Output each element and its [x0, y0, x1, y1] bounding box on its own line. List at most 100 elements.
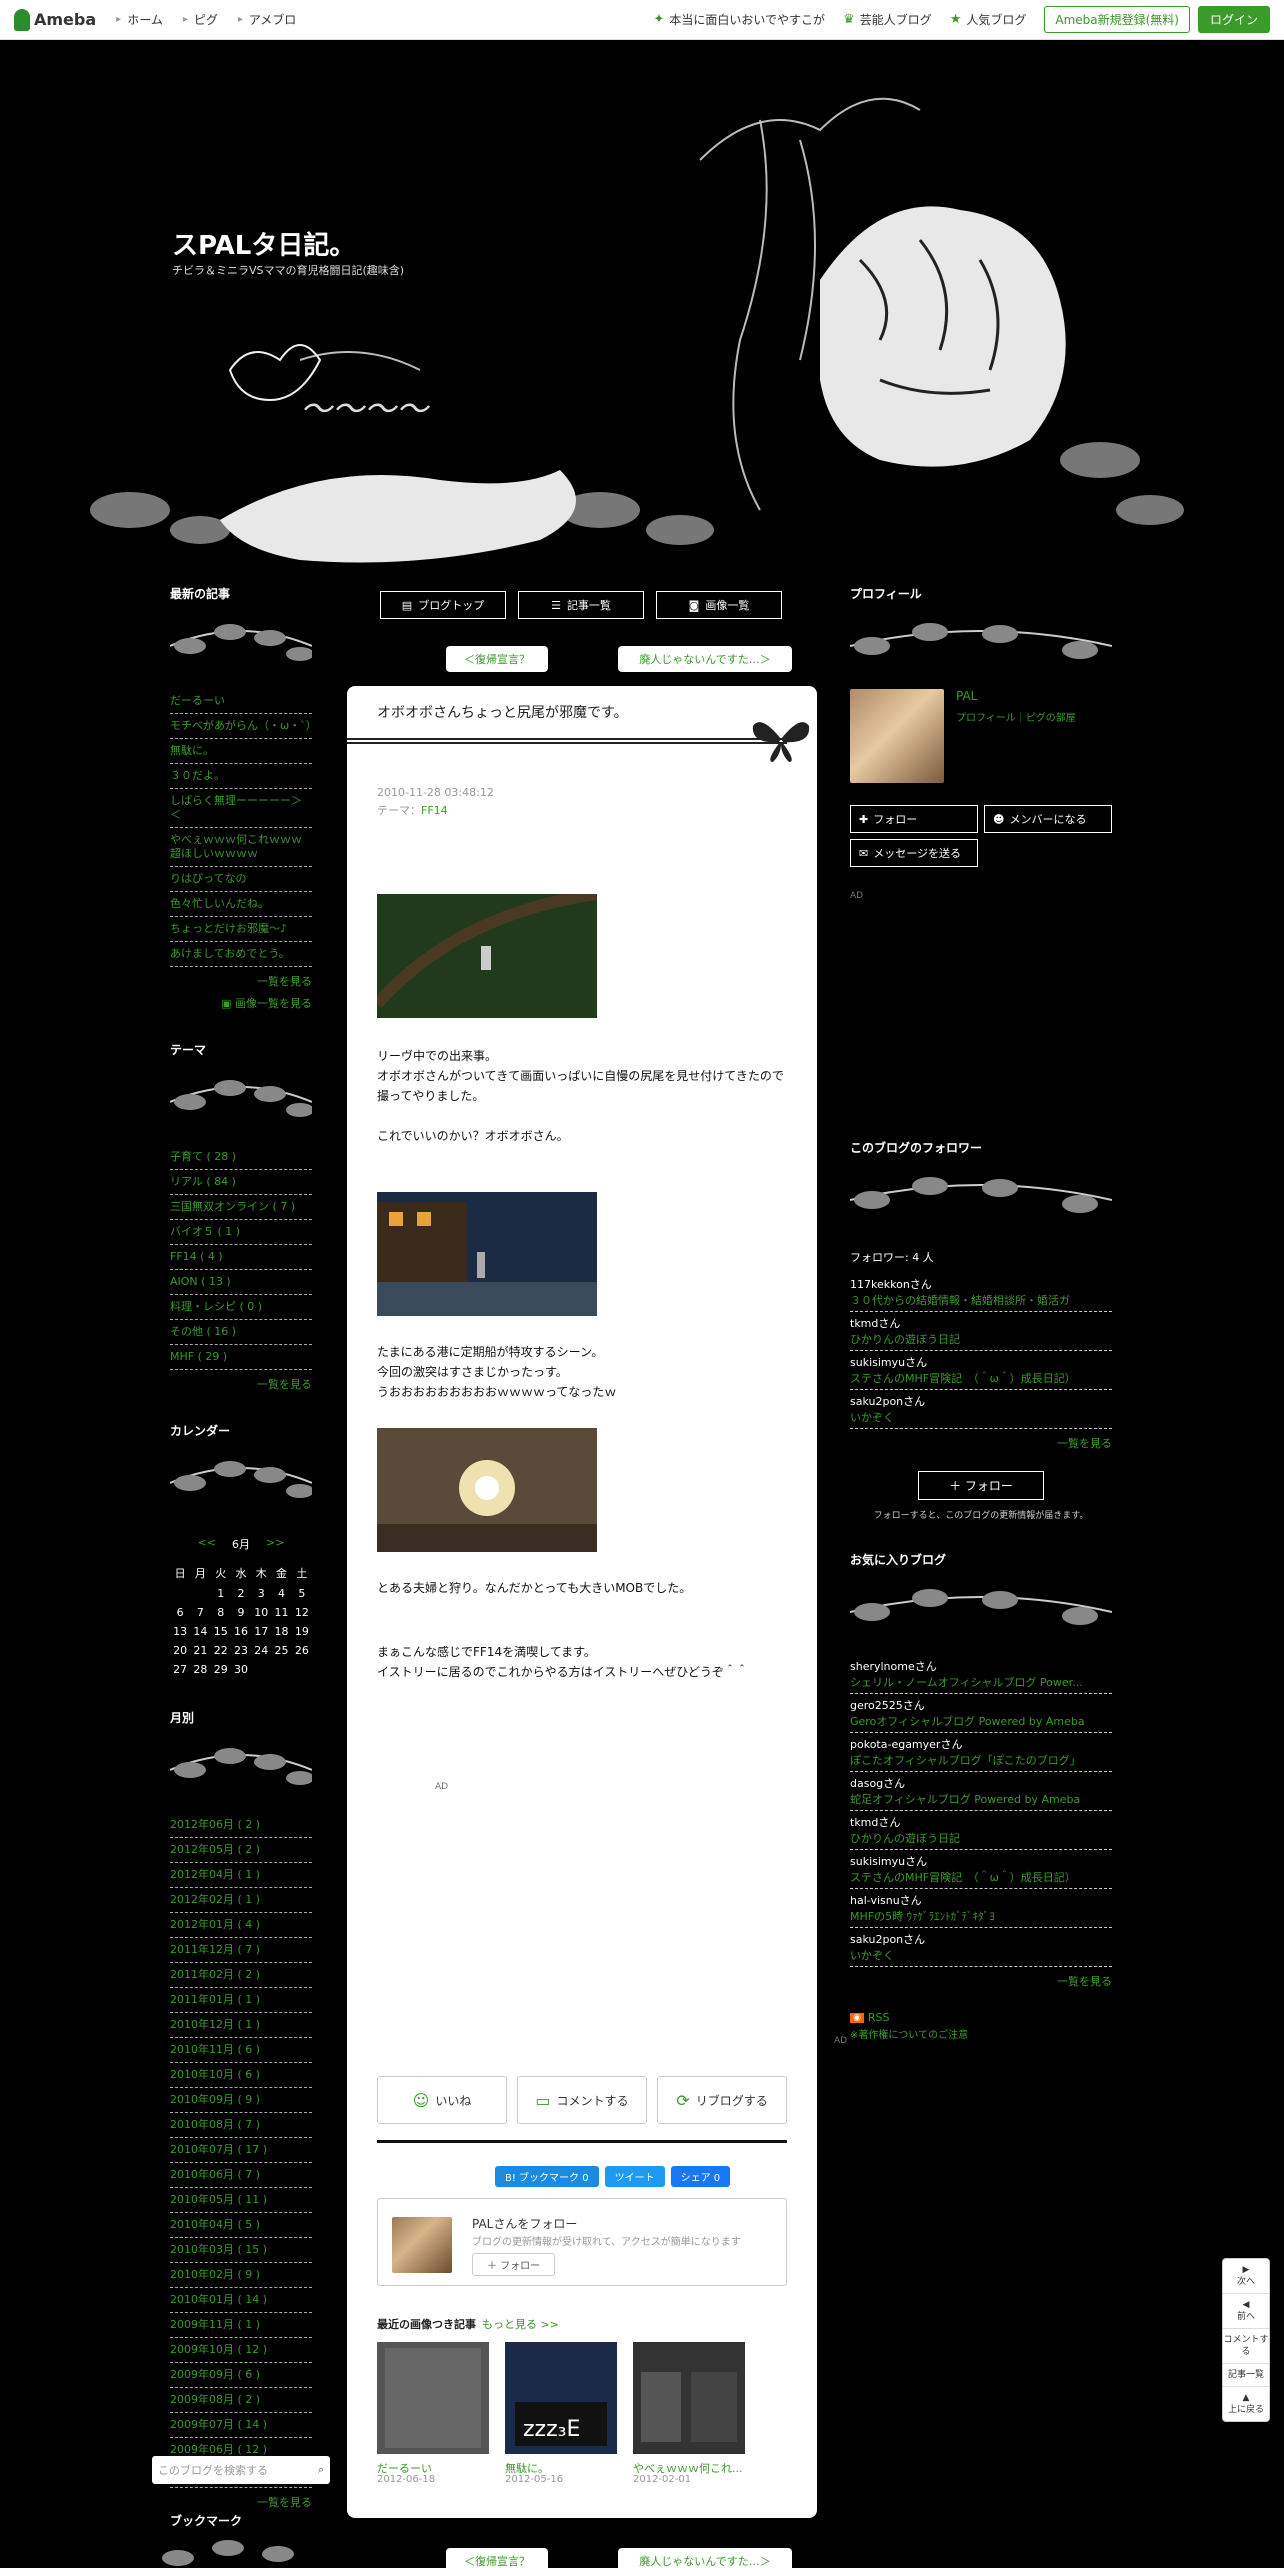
member-button[interactable]: ☻ メンバーになる [984, 805, 1112, 833]
search-icon[interactable]: ⌕ [318, 2463, 324, 2477]
next-article-link[interactable]: 廃人じゃないんですた…＞ [618, 2548, 792, 2568]
month-link[interactable]: 2010年05月 ( 11 ) [170, 2188, 312, 2213]
theme-link[interactable]: FF14 ( 4 ) [170, 1245, 312, 1270]
follow-button[interactable]: ✚ フォロー [850, 805, 978, 833]
screenshot-image-1[interactable] [377, 894, 597, 1018]
user-name[interactable]: sherylnomeさん [850, 1658, 1112, 1674]
copyright-notice-link[interactable]: ※著作権についてのご注意 [850, 2026, 1112, 2041]
recent-post-link[interactable]: ３０だよ。 [170, 764, 312, 789]
favorite-more-link[interactable]: 一覧を見る [850, 1973, 1112, 1989]
month-link[interactable]: 2010年08月 ( 7 ) [170, 2113, 312, 2138]
blog-link[interactable]: ひかりんの遊ぼう日記 [850, 1331, 1112, 1347]
profile-links[interactable]: プロフィール｜ピグの部屋 [956, 709, 1076, 724]
blog-link[interactable]: いかぞく [850, 1409, 1112, 1425]
blog-link[interactable]: ステさんのMHF冒険記 （＾ω＾）成長日記） [850, 1869, 1112, 1885]
month-link[interactable]: 2010年04月 ( 5 ) [170, 2213, 312, 2238]
month-link[interactable]: 2009年11月 ( 1 ) [170, 2313, 312, 2338]
user-name[interactable]: saku2ponさん [850, 1393, 1112, 1409]
article-list-float-button[interactable]: 記事一覧 [1223, 2364, 1269, 2387]
tweet-button[interactable]: ツイート [604, 2166, 665, 2187]
theme-link[interactable]: MHF ( 29 ) [170, 1345, 312, 1370]
month-link[interactable]: 2010年07月 ( 17 ) [170, 2138, 312, 2163]
screenshot-image-2[interactable] [377, 1192, 597, 1316]
recent-post-link[interactable]: モチベがあがらん（・ω・`） [170, 714, 317, 739]
login-button[interactable]: ログイン [1197, 6, 1270, 33]
month-link[interactable]: 2012年05月 ( 2 ) [170, 1838, 312, 1863]
rss-link[interactable]: ◉ RSS [850, 2011, 1112, 2024]
recent-post-link[interactable]: あけましておめでとう。 [170, 942, 312, 967]
recent-post-link[interactable]: だーるーい [170, 689, 312, 714]
screenshot-image-3[interactable] [377, 1428, 597, 1552]
avatar[interactable] [392, 2217, 452, 2273]
month-link[interactable]: 2010年02月 ( 9 ) [170, 2263, 312, 2288]
month-link[interactable]: 2010年12月 ( 1 ) [170, 2013, 312, 2038]
calendar-prev[interactable]: << [198, 1536, 216, 1552]
follow-box-button[interactable]: ＋ フォロー [472, 2253, 556, 2276]
message-button[interactable]: ✉ メッセージを送る [850, 839, 978, 867]
user-name[interactable]: hal-visnuさん [850, 1892, 1112, 1908]
month-link[interactable]: 2012年02月 ( 1 ) [170, 1888, 312, 1913]
user-name[interactable]: saku2ponさん [850, 1931, 1112, 1947]
recent-thumb-2[interactable]: zzz₃E [505, 2342, 617, 2454]
nav-home[interactable]: ホーム [116, 11, 163, 28]
recent-post-link[interactable]: りはびってなの [170, 867, 312, 892]
next-article-link[interactable]: 廃人じゃないんですた…＞ [618, 646, 792, 672]
blog-link[interactable]: MHFの5時 ｳｧｹﾞﾗｴﾝﾄｶﾞﾃﾞｷﾀﾞﾖ [850, 1908, 1112, 1924]
prev-article-link[interactable]: ＜復帰宣言？ [446, 646, 548, 672]
prev-article-link[interactable]: ＜復帰宣言？ [446, 2548, 548, 2568]
blog-link[interactable]: いかぞく [850, 1947, 1112, 1963]
like-button[interactable]: ☺ いいね [377, 2076, 507, 2124]
blog-link[interactable]: Geroオフィシャルブログ Powered by Ameba [850, 1713, 1112, 1729]
blog-link[interactable]: ステさんのMHF冒険記 （＾ω＾）成長日記） [850, 1370, 1112, 1386]
month-link[interactable]: 2009年08月 ( 2 ) [170, 2388, 312, 2413]
back-to-top-button[interactable]: ▲ 上に戻る [1223, 2387, 1269, 2421]
blog-link[interactable]: ３０代からの結婚情報・結婚相談所・婚活ガ [850, 1292, 1112, 1308]
recent-thumb-3[interactable] [633, 2342, 745, 2454]
theme-more-link[interactable]: 一覧を見る [170, 1376, 312, 1392]
blog-search-input[interactable]: このブログを検索する ⌕ [152, 2456, 330, 2484]
register-button[interactable]: Ameba新規登録(無料) [1044, 6, 1190, 33]
recent-more-link[interactable]: 一覧を見る [170, 973, 312, 989]
ameba-logo[interactable]: Ameba [14, 8, 96, 31]
user-name[interactable]: tkmdさん [850, 1814, 1112, 1830]
profile-name[interactable]: PAL [956, 689, 1076, 703]
promo-link[interactable]: ✦ 本当に面白いおいでやすこが [653, 11, 825, 28]
month-link[interactable]: 2011年01月 ( 1 ) [170, 1988, 312, 2013]
comment-button[interactable]: ▭ コメントする [517, 2076, 647, 2124]
user-name[interactable]: gero2525さん [850, 1697, 1112, 1713]
theme-link[interactable]: FF14 [421, 804, 448, 817]
recent-images-more-link[interactable]: もっと見る >> [482, 2318, 559, 2331]
recent-post-link[interactable]: ちょっとだけお邪魔～♪ [170, 917, 312, 942]
next-button[interactable]: ▶ 次へ [1223, 2259, 1269, 2294]
month-link[interactable]: 2009年07月 ( 14 ) [170, 2413, 312, 2438]
blog-link[interactable]: ぽこたオフィシャルブログ「ぽこたのブログ」 [850, 1752, 1112, 1768]
comment-float-button[interactable]: コメントする [1223, 2329, 1269, 2364]
nav-pigg[interactable]: ピグ [183, 11, 218, 28]
theme-link[interactable]: AION ( 13 ) [170, 1270, 312, 1295]
month-link[interactable]: 2010年01月 ( 14 ) [170, 2288, 312, 2313]
month-link[interactable]: 2010年06月 ( 7 ) [170, 2163, 312, 2188]
celebrity-blog-link[interactable]: ♛ 芸能人ブログ [843, 11, 932, 28]
month-link[interactable]: 2012年06月 ( 2 ) [170, 1813, 312, 1838]
blog-link[interactable]: ひかりんの遊ぼう日記 [850, 1830, 1112, 1846]
user-name[interactable]: pokota-egamyerさん [850, 1736, 1112, 1752]
follow-blog-button[interactable]: ＋ フォロー [918, 1471, 1044, 1500]
month-link[interactable]: 2010年03月 ( 15 ) [170, 2238, 312, 2263]
image-list-button[interactable]: ◙ 画像一覧 [656, 591, 782, 619]
month-link[interactable]: 2011年02月 ( 2 ) [170, 1963, 312, 1988]
user-name[interactable]: tkmdさん [850, 1315, 1112, 1331]
theme-link[interactable]: バイオ５ ( 1 ) [170, 1220, 312, 1245]
prev-button[interactable]: ◀ 前へ [1223, 2294, 1269, 2329]
calendar-next[interactable]: >> [266, 1536, 284, 1552]
hatena-bookmark-button[interactable]: B! ブックマーク 0 [495, 2166, 599, 2187]
avatar[interactable] [850, 689, 944, 783]
user-name[interactable]: sukisimyuさん [850, 1354, 1112, 1370]
month-link[interactable]: 2010年10月 ( 6 ) [170, 2063, 312, 2088]
recent-post-link[interactable]: やべぇｗｗｗ何これｗｗｗ超ほしいｗｗｗｗ [170, 828, 312, 867]
followers-more-link[interactable]: 一覧を見る [850, 1435, 1112, 1451]
facebook-share-button[interactable]: シェア 0 [670, 2166, 731, 2187]
blog-title[interactable]: スPALタ日記。 [172, 225, 355, 262]
monthly-more-link[interactable]: 一覧を見る [170, 2494, 312, 2510]
popular-blog-link[interactable]: ★ 人気ブログ [950, 11, 1027, 28]
month-link[interactable]: 2010年09月 ( 9 ) [170, 2088, 312, 2113]
